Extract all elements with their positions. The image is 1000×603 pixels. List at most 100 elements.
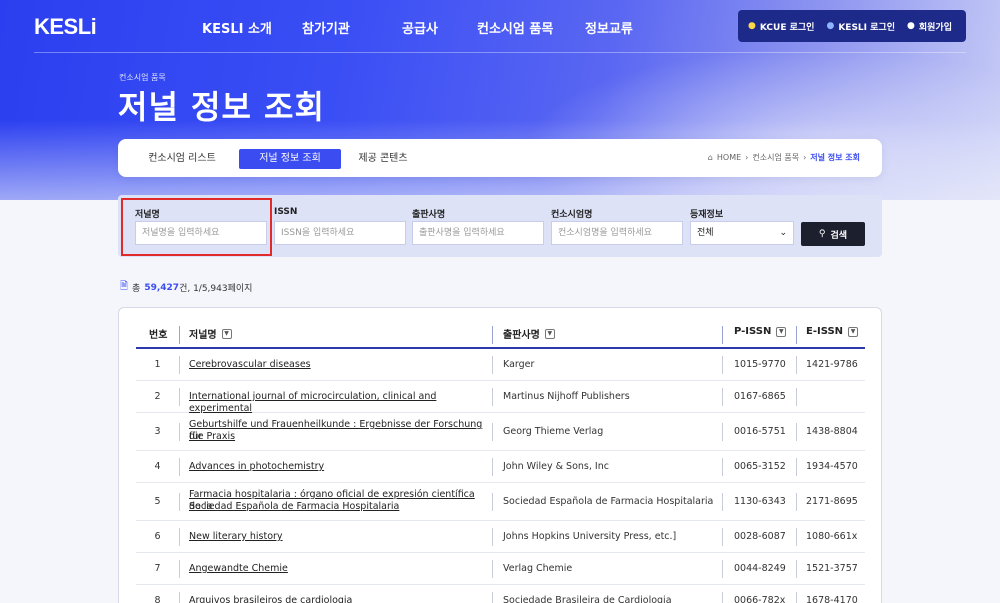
document-icon: 🗎 xyxy=(120,281,129,292)
col-journal-name[interactable]: 저널명 ▼ xyxy=(189,326,232,341)
cell-divider xyxy=(722,493,723,511)
cell-divider xyxy=(796,493,797,511)
publisher-name: Johns Hopkins University Press, etc.] xyxy=(503,531,677,542)
cell-divider xyxy=(179,592,180,603)
cell-divider xyxy=(492,493,493,511)
row-number: 1 xyxy=(154,359,161,370)
eissn-value: 1421-9786 xyxy=(806,359,858,370)
row-number: 3 xyxy=(154,426,161,437)
col-number-label: 번호 xyxy=(149,330,168,341)
header-divider xyxy=(34,52,966,53)
consortium-field: 컨소시엄명 컨소시엄명을 입력하세요 xyxy=(551,207,683,245)
journal-title-link[interactable]: Advances in photochemistry xyxy=(189,461,489,473)
page-title: 저널 정보 조회 xyxy=(118,88,325,126)
cell-divider xyxy=(492,388,493,406)
nav-suppliers[interactable]: 공급사 xyxy=(402,18,438,37)
chevron-right-icon: › xyxy=(745,153,749,162)
home-icon: ⌂ xyxy=(707,153,713,162)
breadcrumb-home[interactable]: HOME xyxy=(717,153,741,162)
journal-title-link-line2[interactable]: die Praxis xyxy=(189,431,489,443)
eissn-value: 1521-3757 xyxy=(806,563,858,574)
cell-divider xyxy=(492,356,493,374)
journal-title-link[interactable]: Angewandte Chemie xyxy=(189,563,489,575)
issn-input[interactable]: ISSN을 입력하세요 xyxy=(274,221,406,245)
kesli-login-link[interactable]: ● KESLI 로그인 xyxy=(826,20,895,33)
pissn-value: 1015-9770 xyxy=(734,359,786,370)
row-number: 7 xyxy=(154,563,161,574)
listing-status-label: 등재정보 xyxy=(690,210,724,220)
sort-dropdown-icon[interactable]: ▼ xyxy=(776,326,787,337)
site-logo[interactable]: KESLi xyxy=(34,14,97,40)
journal-name-field: 저널명 저널명을 입력하세요 xyxy=(135,207,267,245)
publisher-name: Martinus Nijhoff Publishers xyxy=(503,391,630,402)
nav-info-exchange[interactable]: 정보교류 xyxy=(585,18,633,37)
cell-divider xyxy=(722,458,723,476)
journal-name-label: 저널명 xyxy=(135,210,160,220)
cell-divider xyxy=(796,528,797,546)
pissn-value: 1130-6343 xyxy=(734,496,786,507)
cell-divider xyxy=(796,388,797,406)
col-journal-name-label: 저널명 xyxy=(189,330,217,341)
eissn-value: 1080-661x xyxy=(806,531,858,542)
cell-divider xyxy=(179,388,180,406)
cell-divider xyxy=(492,423,493,441)
count-suffix: 건, 1/5,943페이지 xyxy=(179,284,253,294)
publisher-name: Georg Thieme Verlag xyxy=(503,426,604,437)
journal-title-link[interactable]: Arquivos brasileiros de cardiologia xyxy=(189,595,489,603)
publisher-field: 출판사명 출판사명을 입력하세요 xyxy=(412,207,544,245)
count-total: 59,427 xyxy=(144,282,180,293)
signup-link[interactable]: ● 회원가입 xyxy=(907,20,952,33)
cell-divider xyxy=(722,423,723,441)
col-pissn[interactable]: P-ISSN ▼ xyxy=(734,326,787,337)
nav-kesli-intro[interactable]: KESLI 소개 xyxy=(202,18,272,37)
consortium-label: 컨소시엄명 xyxy=(551,210,593,220)
auth-bar: ● KCUE 로그인 ● KESLI 로그인 ● 회원가입 xyxy=(738,10,966,42)
publisher-input[interactable]: 출판사명을 입력하세요 xyxy=(412,221,544,245)
kcue-login-link[interactable]: ● KCUE 로그인 xyxy=(748,20,814,33)
sort-dropdown-icon[interactable]: ▼ xyxy=(544,328,555,339)
tab-journal-info[interactable]: 저널 정보 조회 xyxy=(239,149,341,169)
journal-title-link[interactable]: Cerebrovascular diseases xyxy=(189,359,489,371)
cell-divider xyxy=(796,560,797,578)
search-icon: ⚲ xyxy=(818,229,826,239)
cell-divider xyxy=(179,493,180,511)
row-number: 2 xyxy=(154,391,161,402)
col-pissn-label: P-ISSN xyxy=(734,326,772,337)
nav-consortium-items[interactable]: 컨소시엄 품목 xyxy=(477,18,553,37)
cell-divider xyxy=(492,560,493,578)
search-button[interactable]: ⚲ 검색 xyxy=(801,222,865,246)
cell-divider xyxy=(796,423,797,441)
journal-name-input[interactable]: 저널명을 입력하세요 xyxy=(135,221,267,245)
tab-consortium-list[interactable]: 컨소시엄 리스트 xyxy=(142,149,222,169)
cell-divider xyxy=(796,458,797,476)
publisher-name: Verlag Chemie xyxy=(503,563,573,574)
cell-divider xyxy=(722,356,723,374)
sort-dropdown-icon[interactable]: ▼ xyxy=(221,328,232,339)
listing-status-select[interactable]: 전체 ⌄ xyxy=(690,221,794,245)
tab-provided-content[interactable]: 제공 콘텐츠 xyxy=(353,149,413,169)
journal-table: 번호 저널명 ▼ 출판사명 ▼ P-ISSN ▼ E-ISSN ▼ 1 Cerebrova… xyxy=(118,307,882,603)
pissn-value: 0044-8249 xyxy=(734,563,786,574)
journal-title-link[interactable]: International journal of microcirculatio… xyxy=(189,391,489,415)
col-publisher[interactable]: 출판사명 ▼ xyxy=(503,326,555,341)
pissn-value: 0016-5751 xyxy=(734,426,786,437)
kcue-login-label: KCUE 로그인 xyxy=(759,22,815,33)
table-header: 번호 저널명 ▼ 출판사명 ▼ P-ISSN ▼ E-ISSN ▼ xyxy=(136,316,865,349)
cell-divider xyxy=(722,592,723,603)
consortium-input[interactable]: 컨소시엄명을 입력하세요 xyxy=(551,221,683,245)
journal-title-link[interactable]: New literary history xyxy=(189,531,489,543)
journal-title-link-line2[interactable]: Sociedad Española de Farmacia Hospitalar… xyxy=(189,501,489,513)
listing-status-value: 전체 xyxy=(697,228,714,238)
sort-dropdown-icon[interactable]: ▼ xyxy=(848,326,859,337)
nav-member-institutions[interactable]: 참가기관 xyxy=(302,18,350,37)
col-eissn[interactable]: E-ISSN ▼ xyxy=(806,326,859,337)
breadcrumb-level1[interactable]: 컨소시엄 품목 xyxy=(752,152,799,163)
cell-divider xyxy=(722,528,723,546)
sub-tab-bar: 컨소시엄 리스트 저널 정보 조회 제공 콘텐츠 ⌂ HOME › 컨소시엄 품… xyxy=(118,139,882,177)
listing-status-field: 등재정보 전체 ⌄ xyxy=(690,207,794,245)
table-row: 8 Arquivos brasileiros de cardiologia Soci… xyxy=(136,585,865,603)
column-divider xyxy=(492,326,493,344)
eissn-value: 1438-8804 xyxy=(806,426,858,437)
publisher-label: 출판사명 xyxy=(412,210,446,220)
kesli-login-label: KESLI 로그인 xyxy=(838,22,895,33)
